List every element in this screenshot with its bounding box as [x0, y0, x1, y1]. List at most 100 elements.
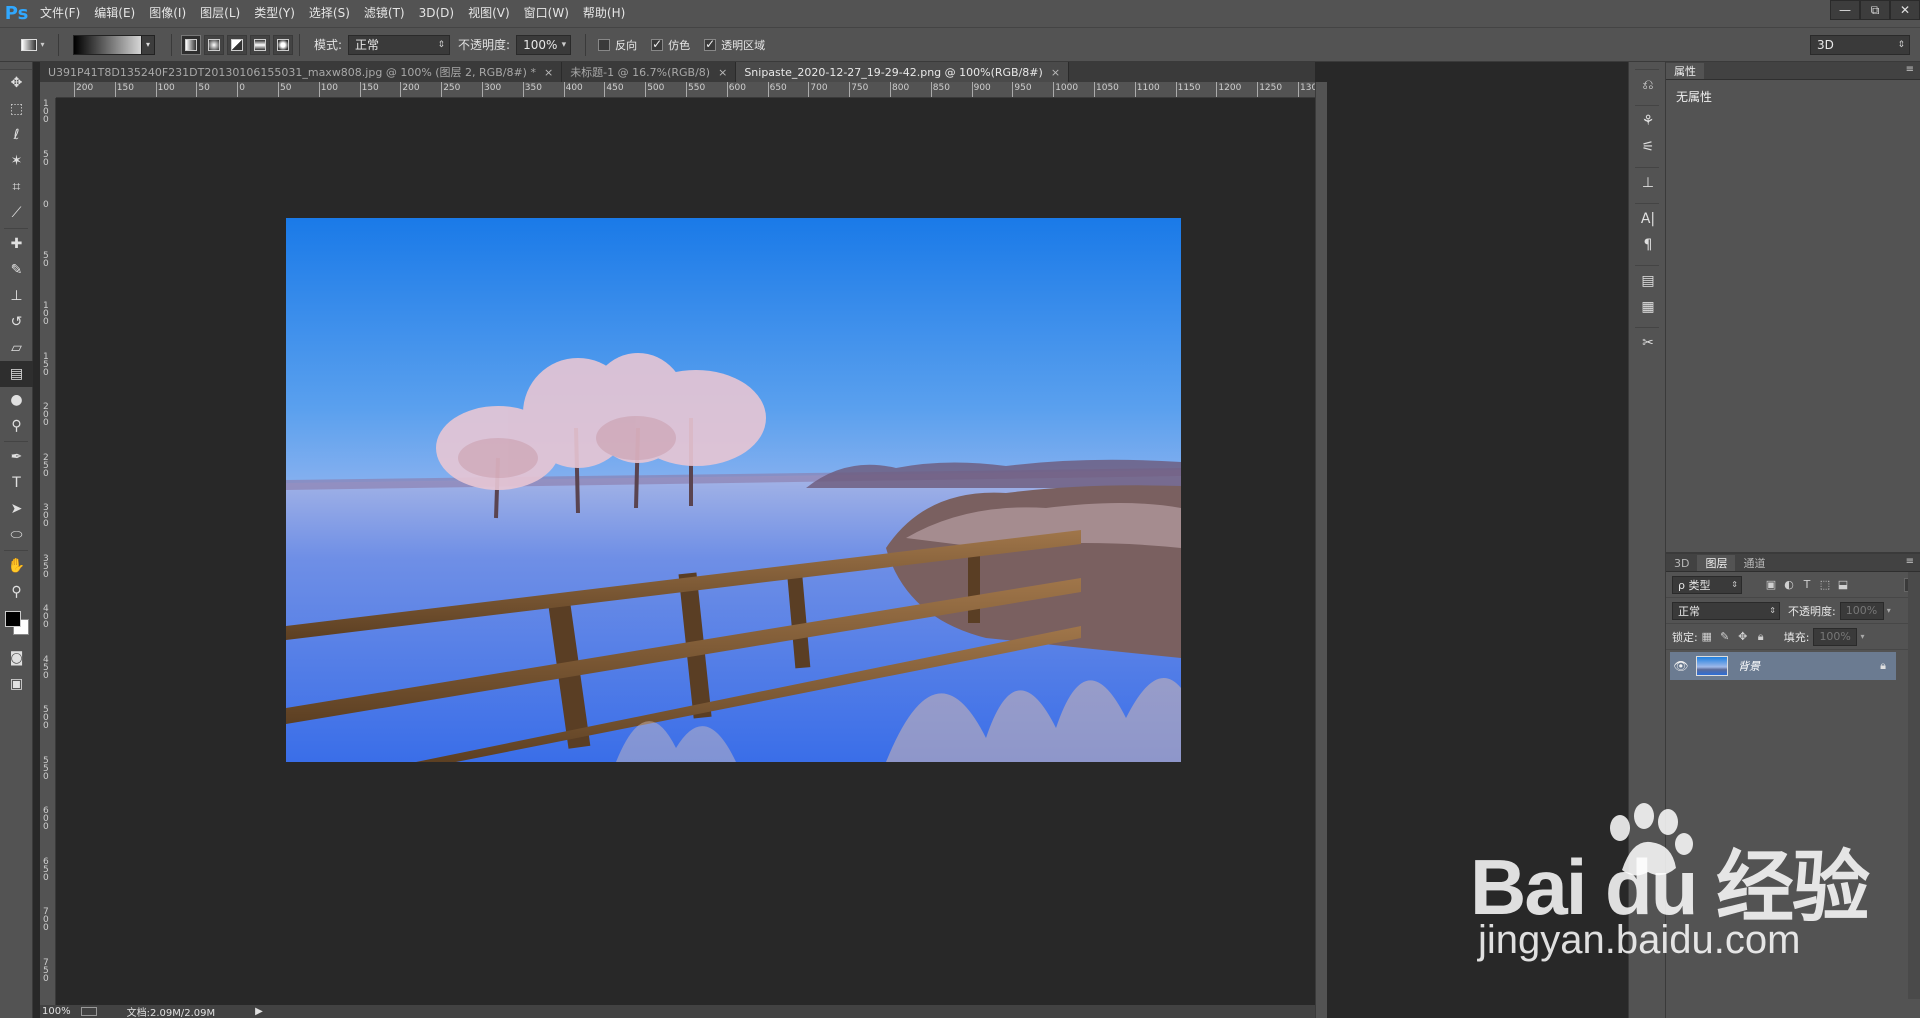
layer-filter-kind[interactable]: ρ 类型 ⇕ [1672, 575, 1742, 594]
horizontal-ruler[interactable]: 200 150 100 50 0 50 100 150 200 250 300 350 400 450 50… [56, 82, 1315, 98]
type-tool-icon[interactable]: T [0, 470, 33, 496]
type-filter-icon[interactable]: T [1798, 576, 1816, 594]
chevron-down-icon[interactable]: ▾ [141, 34, 155, 55]
dock-grip[interactable] [1635, 100, 1659, 106]
notes-icon[interactable]: ▦ [1629, 294, 1667, 320]
menu-view[interactable]: 视图(V) [461, 0, 517, 27]
layer-comps-icon[interactable]: ▤ [1629, 268, 1667, 294]
blend-mode-select[interactable]: 正常 ⇕ [1672, 601, 1780, 620]
ellipse-tool-icon[interactable]: ⬭ [0, 522, 33, 548]
quick-mask-icon[interactable]: ◙ [0, 645, 33, 671]
layer-name[interactable]: 背景 [1738, 658, 1760, 674]
dock-grip[interactable] [1635, 64, 1659, 70]
dither-checkbox[interactable]: 仿色 [651, 37, 690, 53]
menu-help[interactable]: 帮助(H) [576, 0, 632, 27]
mode-select[interactable]: 正常 ⇕ [348, 34, 451, 55]
pixel-filter-icon[interactable]: ▣ [1762, 576, 1780, 594]
tab-channels[interactable]: 通道 [1735, 555, 1773, 571]
radial-gradient-button[interactable] [204, 34, 224, 55]
character-icon[interactable]: A| [1629, 206, 1667, 232]
brush-settings-icon[interactable]: ⚟ [1629, 134, 1667, 160]
canvas-area[interactable] [56, 98, 1315, 1005]
dock-grip[interactable] [1635, 260, 1659, 266]
tab-layers[interactable]: 图层 [1697, 555, 1736, 571]
chevron-down-icon[interactable]: ▾ [562, 36, 567, 54]
checkbox-unchecked[interactable] [598, 38, 611, 51]
share-icon[interactable] [80, 1007, 97, 1016]
lock-pixels-icon[interactable]: ✎ [1716, 628, 1734, 646]
workspace-select[interactable]: 3D ⇕ [1810, 35, 1910, 55]
ruler-origin[interactable] [40, 82, 56, 98]
status-menu-arrow[interactable]: ▶ [255, 1006, 263, 1017]
reverse-checkbox[interactable]: 反向 [598, 37, 637, 53]
lock-transparency-icon[interactable]: ▦ [1698, 628, 1716, 646]
crop-tool-icon[interactable]: ⌗ [0, 174, 33, 200]
gradient-tool-icon[interactable]: ▤ [0, 361, 33, 387]
close-button[interactable]: ✕ [1890, 0, 1920, 20]
reflected-gradient-button[interactable] [250, 34, 270, 55]
vertical-ruler[interactable]: 100 50 0 50 100 150 200 250 300 350 400 450 500 550 60… [40, 98, 56, 1005]
layer-thumbnail[interactable] [1696, 656, 1728, 676]
menu-layer[interactable]: 图层(L) [193, 0, 247, 27]
tool-presets-icon[interactable]: ✂ [1629, 330, 1667, 356]
tab-3d[interactable]: 3D [1666, 555, 1697, 571]
document-tab-active[interactable]: Snipaste_2020-12-27_19-29-42.png @ 100%(… [736, 62, 1070, 82]
layers-scrollbar[interactable] [1908, 572, 1920, 999]
document-image[interactable] [286, 218, 1181, 762]
pen-tool-icon[interactable]: ✒ [0, 444, 33, 470]
lasso-tool-icon[interactable]: ℓ [0, 122, 33, 148]
dock-grip[interactable] [1635, 322, 1659, 328]
dock-grip[interactable] [1635, 162, 1659, 168]
menu-select[interactable]: 选择(S) [302, 0, 357, 27]
panel-menu-icon[interactable]: ≡ [1906, 556, 1914, 567]
eyedropper-tool-icon[interactable]: ⟋ [0, 200, 33, 226]
document-tab[interactable]: U391P41T8D135240F231DT20130106155031_max… [40, 62, 563, 82]
linear-gradient-button[interactable] [181, 34, 201, 55]
opacity-field[interactable]: 100% ▾ [516, 34, 572, 55]
shape-filter-icon[interactable]: ⬚ [1816, 576, 1834, 594]
magic-wand-tool-icon[interactable]: ✶ [0, 148, 33, 174]
brush-presets-icon[interactable]: ⚘ [1629, 108, 1667, 134]
toolbar-grip[interactable] [0, 62, 32, 70]
tab-properties[interactable]: 属性 [1666, 63, 1704, 79]
menu-window[interactable]: 窗口(W) [517, 0, 576, 27]
foreground-color[interactable] [5, 611, 21, 627]
brush-tool-icon[interactable]: ✎ [0, 257, 33, 283]
move-tool-icon[interactable]: ✥ [0, 70, 33, 96]
smart-object-filter-icon[interactable]: ⬓ [1834, 576, 1852, 594]
dock-grip[interactable] [1635, 198, 1659, 204]
diamond-gradient-button[interactable] [273, 34, 293, 55]
close-icon[interactable]: × [718, 66, 727, 79]
panel-menu-icon[interactable]: ≡ [1906, 64, 1914, 75]
chevron-down-icon[interactable]: ▾ [1887, 606, 1891, 615]
checkbox-checked[interactable] [704, 37, 717, 51]
hand-tool-icon[interactable]: ✋ [0, 553, 33, 579]
visibility-eye-icon[interactable]: 👁︎ [1670, 659, 1692, 673]
zoom-tool-icon[interactable]: ⚲ [0, 579, 33, 605]
menu-file[interactable]: 文件(F) [33, 0, 87, 27]
menu-image[interactable]: 图像(I) [142, 0, 193, 27]
layer-opacity-field[interactable]: 100% [1839, 601, 1884, 620]
path-selection-tool-icon[interactable]: ➤ [0, 496, 33, 522]
zoom-level[interactable]: 100% [42, 1006, 71, 1017]
minimize-button[interactable]: — [1830, 0, 1860, 20]
close-icon[interactable]: × [1051, 66, 1060, 79]
canvas-vertical-scrollbar[interactable] [1315, 82, 1327, 1018]
clone-source-icon[interactable]: ⊥ [1629, 170, 1667, 196]
document-tab[interactable]: 未标题-1 @ 16.7%(RGB/8) × [562, 62, 737, 82]
fill-field[interactable]: 100% [1813, 627, 1858, 646]
gradient-picker[interactable]: ▾ [73, 34, 155, 55]
menu-type[interactable]: 类型(Y) [247, 0, 302, 27]
adjustment-filter-icon[interactable]: ◐ [1780, 576, 1798, 594]
history-icon[interactable]: ⎌ [1629, 72, 1667, 98]
transparency-checkbox[interactable]: 透明区域 [704, 37, 765, 53]
restore-button[interactable]: ⧉ [1860, 0, 1890, 20]
paragraph-icon[interactable]: ¶ [1629, 232, 1667, 258]
lock-position-icon[interactable]: ✥ [1734, 628, 1752, 646]
chevron-down-icon[interactable]: ▾ [1860, 632, 1864, 641]
marquee-tool-icon[interactable]: ⬚ [0, 96, 33, 122]
clone-stamp-tool-icon[interactable]: ⊥ [0, 283, 33, 309]
close-icon[interactable]: × [544, 66, 553, 79]
lock-all-icon[interactable]: 🔒︎ [1752, 628, 1770, 646]
history-brush-tool-icon[interactable]: ↺ [0, 309, 33, 335]
